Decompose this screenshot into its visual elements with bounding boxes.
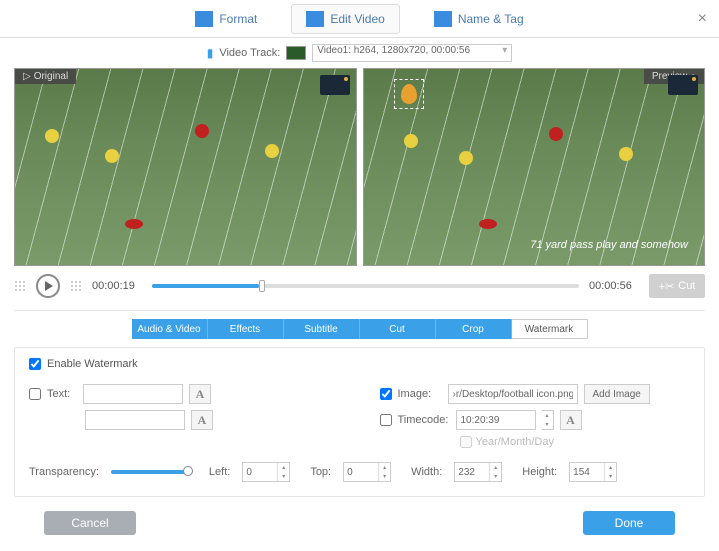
edit-video-icon [306, 11, 324, 27]
original-badge: ▷Original [15, 69, 76, 84]
left-input[interactable] [243, 463, 277, 481]
name-tag-icon [434, 11, 452, 27]
original-preview: ▷Original [14, 68, 357, 266]
tab-name-tag[interactable]: Name & Tag [420, 4, 538, 34]
timecode-up[interactable]: ▴ [542, 411, 553, 420]
play-icon: ▷ [23, 71, 31, 82]
ymd-label: Year/Month/Day [476, 436, 554, 448]
height-input[interactable] [570, 463, 604, 481]
preview-area: ▷Original Preview⌕ 71 yard pass play and… [0, 68, 719, 266]
top-tabs: Format Edit Video Name & Tag [181, 4, 537, 34]
track-thumbnail [286, 46, 306, 60]
grid-icon-left[interactable] [14, 280, 26, 292]
timecode-input[interactable] [456, 410, 536, 430]
scissors-icon: +✂ [659, 280, 675, 293]
grid-icon-right[interactable] [70, 280, 82, 292]
width-input[interactable] [455, 463, 489, 481]
enable-watermark-checkbox[interactable] [29, 358, 41, 370]
top-label: Top: [310, 466, 331, 478]
sec-logo [320, 75, 350, 95]
watermark-panel: Enable Watermark Text: A A Image: Add Im… [14, 347, 705, 497]
preview-caption: 71 yard pass play and somehow [530, 239, 688, 251]
width-spinner[interactable]: ▴▾ [454, 462, 502, 482]
video-track-bar: ▮ Video Track: Video1: h264, 1280x720, 0… [0, 38, 719, 68]
font-button-3[interactable]: A [560, 410, 582, 430]
transparency-thumb[interactable] [183, 466, 193, 476]
top-spinner[interactable]: ▴▾ [343, 462, 391, 482]
subtab-cut[interactable]: Cut [360, 319, 436, 339]
font-button-1[interactable]: A [189, 384, 211, 404]
transparency-slider[interactable] [111, 470, 189, 474]
timecode-label: Timecode: [398, 414, 450, 426]
image-checkbox[interactable] [380, 388, 392, 400]
width-label: Width: [411, 466, 442, 478]
progress-thumb[interactable] [259, 280, 265, 292]
header: Format Edit Video Name & Tag × [0, 0, 719, 38]
image-label: Image: [398, 388, 442, 400]
subtab-effects[interactable]: Effects [208, 319, 284, 339]
subtab-crop[interactable]: Crop [436, 319, 512, 339]
subtab-watermark[interactable]: Watermark [512, 319, 588, 339]
track-icon: ▮ [207, 46, 214, 60]
ymd-checkbox [460, 436, 472, 448]
timecode-checkbox[interactable] [380, 414, 392, 426]
timecode-down[interactable]: ▾ [542, 420, 553, 429]
sec-logo [668, 75, 698, 95]
text-input-2[interactable] [85, 410, 185, 430]
subtab-subtitle[interactable]: Subtitle [284, 319, 360, 339]
tab-edit-label: Edit Video [330, 12, 385, 26]
subtab-audio-video[interactable]: Audio & Video [132, 319, 208, 339]
playback-bar: 00:00:19 00:00:56 +✂Cut [0, 266, 719, 306]
footer: Cancel Done [0, 497, 719, 535]
divider [14, 310, 705, 311]
cancel-button[interactable]: Cancel [44, 511, 136, 535]
transparency-label: Transparency: [29, 466, 99, 478]
format-icon [195, 11, 213, 27]
tab-name-tag-label: Name & Tag [458, 12, 524, 26]
text-label: Text: [47, 388, 77, 400]
result-preview: Preview⌕ 71 yard pass play and somehow [363, 68, 706, 266]
left-label: Left: [209, 466, 230, 478]
close-button[interactable]: × [698, 10, 707, 28]
height-label: Height: [522, 466, 557, 478]
video-track-select[interactable]: Video1: h264, 1280x720, 00:00:56▾ [312, 44, 512, 62]
time-total: 00:00:56 [589, 280, 639, 292]
image-path-input[interactable] [448, 384, 578, 404]
font-button-2[interactable]: A [191, 410, 213, 430]
video-track-label: Video Track: [219, 47, 280, 59]
top-input[interactable] [344, 463, 378, 481]
tab-format-label: Format [219, 12, 257, 26]
progress-bar[interactable] [152, 284, 579, 288]
tab-edit-video[interactable]: Edit Video [291, 4, 400, 34]
enable-watermark-label: Enable Watermark [47, 358, 138, 370]
add-image-button[interactable]: Add Image [584, 384, 650, 404]
left-spinner[interactable]: ▴▾ [242, 462, 290, 482]
cut-button[interactable]: +✂Cut [649, 274, 705, 298]
watermark-overlay[interactable] [394, 79, 424, 109]
height-spinner[interactable]: ▴▾ [569, 462, 617, 482]
time-current: 00:00:19 [92, 280, 142, 292]
text-checkbox[interactable] [29, 388, 41, 400]
tab-format[interactable]: Format [181, 4, 271, 34]
play-button[interactable] [36, 274, 60, 298]
sub-tabs: Audio & Video Effects Subtitle Cut Crop … [0, 319, 719, 339]
text-input-1[interactable] [83, 384, 183, 404]
done-button[interactable]: Done [583, 511, 675, 535]
